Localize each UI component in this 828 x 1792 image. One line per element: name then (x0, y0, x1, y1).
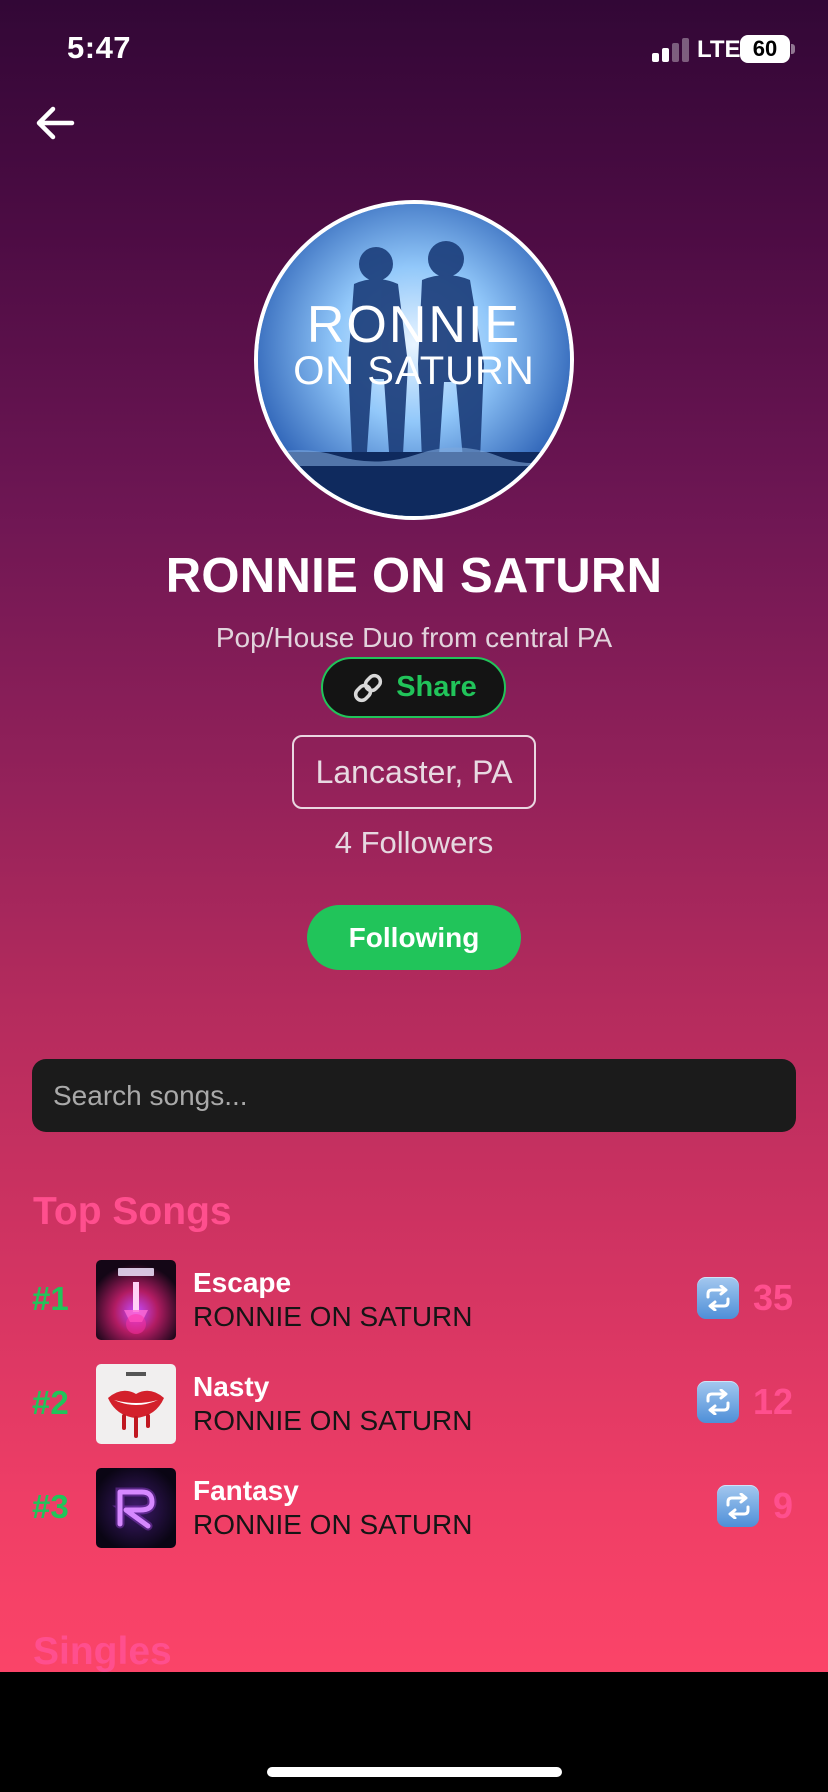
song-title: Fantasy (193, 1475, 299, 1506)
repeat-icon (696, 1277, 739, 1319)
song-rank: #3 (32, 1488, 69, 1525)
battery-level: 60 (752, 36, 778, 61)
artist-profile-screen: 5:47 LTE 60 RONNIE ON SATURN RONNIE ON S… (0, 0, 828, 1672)
song-row-nasty[interactable]: #2 Nasty RONNIE ON SATURN 12 (0, 1364, 828, 1444)
artist-name: RONNIE ON SATURN (165, 549, 663, 603)
status-time: 5:47 (67, 30, 132, 65)
location-badge: Lancaster, PA (292, 735, 536, 809)
artist-avatar: RONNIE ON SATURN (254, 200, 574, 520)
top-songs-heading: Top Songs (33, 1190, 232, 1233)
share-button[interactable]: Share (321, 657, 506, 718)
repost-count: 12 (696, 1381, 793, 1423)
search-songs-input[interactable] (32, 1059, 796, 1132)
link-icon (354, 673, 383, 702)
battery-cap (791, 44, 795, 54)
song-artist: RONNIE ON SATURN (193, 1509, 473, 1540)
repeat-icon (696, 1381, 739, 1423)
repost-count: 35 (696, 1277, 793, 1319)
song-title: Escape (193, 1267, 292, 1298)
repost-number: 9 (772, 1485, 793, 1526)
back-button[interactable] (30, 98, 80, 148)
song-row-fantasy[interactable]: #3 Fantasy RONNIE ON SATURN 9 (0, 1468, 828, 1548)
escape-cover-art (96, 1260, 176, 1340)
battery-icon: 60 (740, 35, 790, 63)
repost-count: 9 (716, 1485, 793, 1527)
arrow-left-icon (36, 106, 75, 140)
repost-number: 35 (752, 1277, 793, 1318)
network-type: LTE (697, 36, 741, 63)
share-label: Share (396, 671, 477, 703)
song-row-escape[interactable]: #1 Escape RONNIE ON SATURN 35 (0, 1260, 828, 1340)
cellular-signal-icon (652, 36, 690, 62)
song-artist: RONNIE ON SATURN (193, 1405, 473, 1436)
fantasy-cover-art (96, 1468, 176, 1548)
status-bar: 5:47 LTE 60 (0, 0, 828, 100)
singles-heading: Singles (33, 1630, 172, 1672)
repeat-icon (716, 1485, 759, 1527)
nasty-cover-art (96, 1364, 176, 1444)
repost-number: 12 (752, 1381, 793, 1422)
song-rank: #1 (32, 1280, 69, 1317)
song-title: Nasty (193, 1371, 270, 1402)
avatar-text-line1: RONNIE (307, 296, 521, 354)
song-rank: #2 (32, 1384, 69, 1421)
followers-count: 4 Followers (334, 825, 494, 860)
following-button[interactable]: Following (307, 905, 521, 970)
avatar-text-line2: ON SATURN (293, 349, 535, 393)
artist-bio: Pop/House Duo from central PA (215, 622, 613, 653)
song-artist: RONNIE ON SATURN (193, 1301, 473, 1332)
home-indicator[interactable] (267, 1767, 562, 1777)
